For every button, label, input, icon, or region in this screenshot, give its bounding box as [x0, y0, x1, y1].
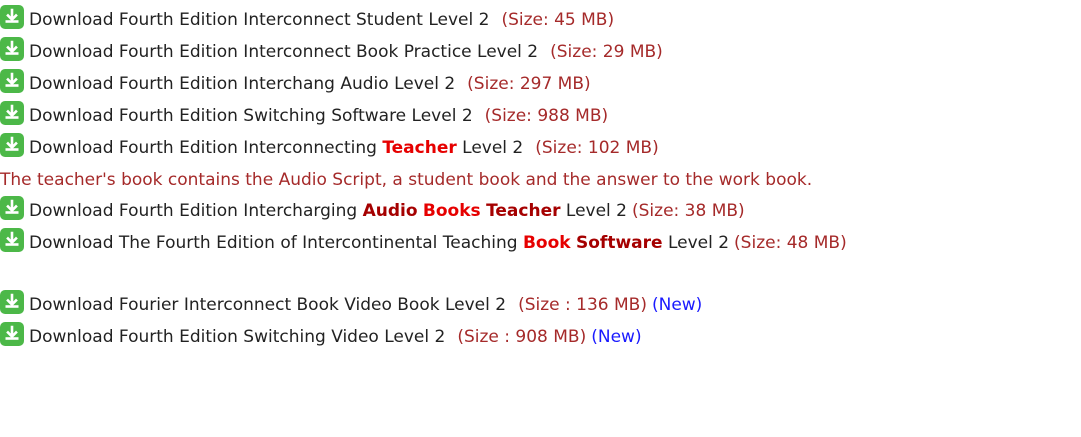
- download-link[interactable]: Download Fourth Edition Switching Video …: [29, 327, 445, 347]
- teacher-book-note: The teacher's book contains the Audio Sc…: [0, 164, 1081, 195]
- download-row: Download Fourth Edition Intercharging Au…: [0, 195, 1081, 227]
- file-size: (Size: 988 MB): [484, 106, 609, 126]
- download-row: Download Fourth Edition Interchang Audio…: [0, 68, 1081, 100]
- download-link[interactable]: Download Fourth Edition Intercharging Au…: [29, 201, 627, 221]
- link-text: Download Fourth Edition Interchang Audio…: [29, 74, 456, 94]
- download-row: Download Fourth Edition Interconnecting …: [0, 132, 1081, 164]
- download-row: Download Fourth Edition Interconnect Stu…: [0, 4, 1081, 36]
- link-text: Download Fourth Edition Interconnecting: [29, 138, 383, 158]
- new-badge-link[interactable]: (New): [591, 327, 641, 347]
- link-text: Download Fourth Edition Switching Video …: [29, 327, 446, 347]
- download-row: Download Fourier Interconnect Book Video…: [0, 289, 1081, 321]
- download-link[interactable]: Download Fourth Edition Interconnect Boo…: [29, 42, 538, 62]
- file-size: (Size: 48 MB): [734, 233, 847, 253]
- download-link[interactable]: Download Fourth Edition Interchang Audio…: [29, 74, 455, 94]
- highlighted-keyword: Teacher: [486, 201, 561, 221]
- download-link[interactable]: Download Fourth Edition Switching Softwa…: [29, 106, 473, 126]
- file-size: (Size: 29 MB): [550, 42, 663, 62]
- download-arrow-icon[interactable]: [0, 196, 24, 220]
- file-size: (Size: 102 MB): [535, 138, 659, 158]
- link-text: Download Fourth Edition Interconnect Boo…: [29, 42, 539, 62]
- download-link[interactable]: Download Fourth Edition Interconnect Stu…: [29, 10, 489, 30]
- download-link[interactable]: Download Fourth Edition Interconnecting …: [29, 138, 523, 158]
- link-text: Download Fourth Edition Switching Softwa…: [29, 106, 473, 126]
- download-arrow-icon[interactable]: [0, 101, 24, 125]
- download-row: Download Fourth Edition Interconnect Boo…: [0, 36, 1081, 68]
- download-link[interactable]: Download The Fourth Edition of Intercont…: [29, 233, 729, 253]
- download-row: Download Fourth Edition Switching Softwa…: [0, 100, 1081, 132]
- file-size: (Size : 908 MB): [457, 327, 587, 347]
- highlighted-keyword: Books: [422, 201, 481, 221]
- highlighted-keyword: Software: [576, 233, 663, 253]
- highlighted-keyword: Teacher: [382, 138, 457, 158]
- download-arrow-icon[interactable]: [0, 5, 24, 29]
- download-list: Download Fourth Edition Interconnect Stu…: [0, 0, 1081, 353]
- link-text: Level 2: [560, 201, 627, 221]
- download-link[interactable]: Download Fourier Interconnect Book Video…: [29, 295, 506, 315]
- download-arrow-icon[interactable]: [0, 69, 24, 93]
- new-badge-link[interactable]: (New): [652, 295, 702, 315]
- download-arrow-icon[interactable]: [0, 228, 24, 252]
- note-text: The teacher's book contains the Audio Sc…: [0, 169, 813, 190]
- file-size: (Size: 297 MB): [467, 74, 591, 94]
- download-row: Download Fourth Edition Switching Video …: [0, 321, 1081, 353]
- link-text: Level 2: [662, 233, 730, 253]
- file-size: (Size : 136 MB): [518, 295, 647, 315]
- download-arrow-icon[interactable]: [0, 290, 24, 314]
- link-text: Download Fourth Edition Interconnect Stu…: [29, 10, 490, 30]
- download-row: Download The Fourth Edition of Intercont…: [0, 227, 1081, 259]
- download-arrow-icon[interactable]: [0, 37, 24, 61]
- file-size: (Size: 38 MB): [632, 201, 745, 221]
- highlighted-keyword: Book: [522, 233, 571, 253]
- link-text: Level 2: [456, 138, 524, 158]
- link-text: Download Fourth Edition Intercharging: [29, 201, 363, 221]
- download-arrow-icon[interactable]: [0, 322, 24, 346]
- link-text: Download The Fourth Edition of Intercont…: [29, 233, 523, 253]
- highlighted-keyword: Audio: [362, 201, 418, 221]
- file-size: (Size: 45 MB): [501, 10, 615, 30]
- download-arrow-icon[interactable]: [0, 133, 24, 157]
- link-text: Download Fourier Interconnect Book Video…: [29, 295, 507, 315]
